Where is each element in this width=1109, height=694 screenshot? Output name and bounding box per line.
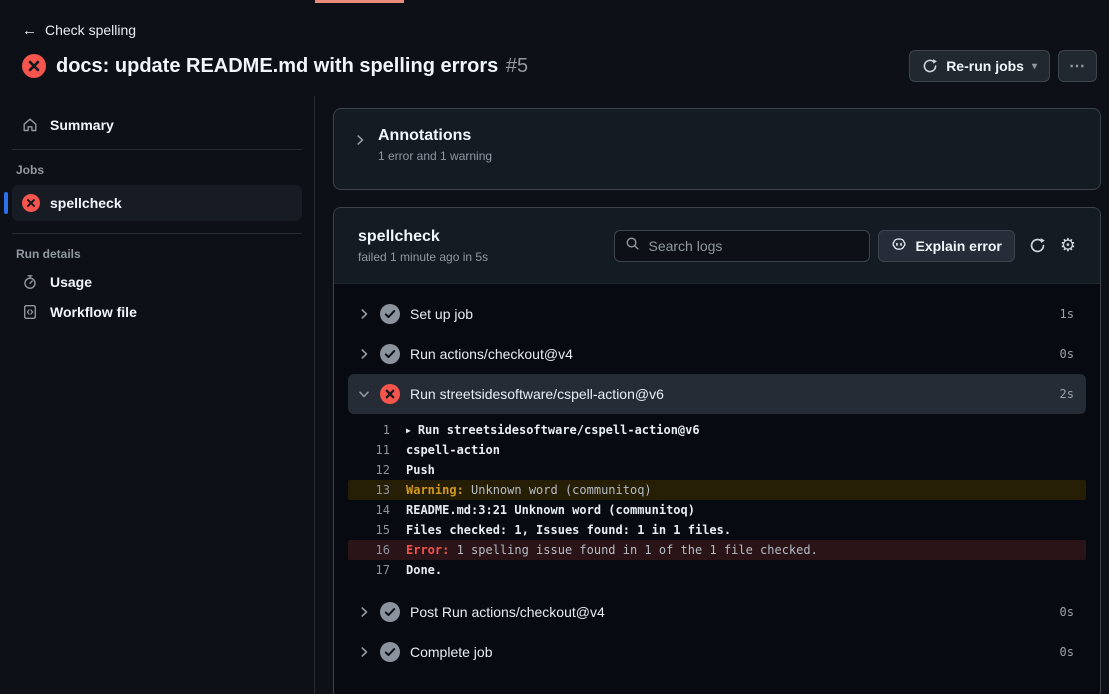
loading-progress-bar [315, 0, 404, 3]
step-label: Set up job [410, 306, 473, 322]
sidebar-item-usage[interactable]: Usage [12, 267, 302, 297]
step-row-checkout[interactable]: Run actions/checkout@v4 0s [348, 334, 1086, 374]
step-label: Complete job [410, 644, 493, 660]
sidebar-item-label: Usage [50, 274, 92, 290]
log-line-number: 15 [354, 523, 390, 537]
refresh-logs-button[interactable] [1029, 237, 1046, 254]
job-failed-icon [22, 194, 40, 212]
search-logs-box[interactable] [614, 230, 870, 262]
step-row-complete-job[interactable]: Complete job 0s [348, 632, 1086, 672]
sidebar-item-job-spellcheck[interactable]: spellcheck [12, 185, 302, 221]
job-log-panel: spellcheck failed 1 minute ago in 5s Exp… [333, 207, 1101, 694]
error-prefix: Error: [406, 543, 449, 557]
workflow-name: Check spelling [45, 22, 136, 38]
chevron-right-icon [358, 646, 370, 658]
job-status-line: failed 1 minute ago in 5s [358, 250, 508, 264]
log-line-error[interactable]: 16 Error: 1 spelling issue found in 1 of… [348, 540, 1086, 560]
back-link[interactable]: ← Check spelling [22, 20, 1097, 40]
stopwatch-icon [22, 274, 38, 290]
sidebar-item-summary[interactable]: Summary [12, 110, 302, 140]
sidebar-divider [12, 233, 302, 234]
annotations-title: Annotations [378, 127, 492, 145]
log-area: Set up job 1s Run actions/checkout@v4 0s… [334, 284, 1100, 694]
run-number: #5 [506, 55, 528, 77]
copilot-icon [891, 236, 907, 255]
step-row-post-checkout[interactable]: Post Run actions/checkout@v4 0s [348, 592, 1086, 632]
step-success-icon [380, 602, 400, 622]
sidebar-item-label: Summary [50, 117, 114, 133]
code-file-icon [22, 304, 38, 320]
log-line-warning[interactable]: 13 Warning: Unknown word (communitoq) [348, 480, 1086, 500]
sidebar-item-workflow-file[interactable]: Workflow file [12, 297, 302, 327]
job-name-label: spellcheck [50, 195, 122, 211]
step-label: Run actions/checkout@v4 [410, 346, 573, 362]
log-block: 1 ▶ Run streetsidesoftware/cspell-action… [348, 420, 1086, 580]
home-icon [22, 117, 38, 133]
annotations-panel[interactable]: Annotations 1 error and 1 warning [333, 108, 1101, 190]
sidebar: Summary Jobs spellcheck Run details Usag… [0, 96, 315, 694]
step-failure-icon [380, 384, 400, 404]
back-arrow-icon: ← [22, 22, 37, 39]
kebab-icon: ⋯ [1069, 56, 1086, 76]
step-success-icon [380, 344, 400, 364]
log-line[interactable]: 15 Files checked: 1, Issues found: 1 in … [348, 520, 1086, 540]
job-panel-header: spellcheck failed 1 minute ago in 5s Exp… [334, 208, 1100, 284]
run-failed-icon [22, 54, 46, 78]
chevron-down-icon: ▾ [1032, 61, 1037, 72]
rerun-jobs-button[interactable]: Re-run jobs ▾ [909, 50, 1050, 82]
chevron-right-icon [358, 348, 370, 360]
step-duration: 0s [1060, 347, 1074, 361]
log-line-number: 17 [354, 563, 390, 577]
log-settings-button[interactable]: ⚙ [1060, 235, 1076, 256]
sync-icon [922, 58, 938, 74]
more-options-button[interactable]: ⋯ [1058, 50, 1097, 82]
run-details-section-label: Run details [12, 243, 302, 267]
chevron-right-icon [358, 606, 370, 618]
step-success-icon [380, 304, 400, 324]
page-header: ← Check spelling docs: update README.md … [0, 0, 1109, 96]
log-group-arrow-icon: ▶ [406, 426, 411, 435]
search-icon [625, 236, 640, 256]
log-line[interactable]: 11 cspell-action [348, 440, 1086, 460]
warning-prefix: Warning: [406, 483, 464, 497]
step-duration: 0s [1060, 645, 1074, 659]
step-row-setup-job[interactable]: Set up job 1s [348, 294, 1086, 334]
main-content: Annotations 1 error and 1 warning spellc… [315, 96, 1109, 694]
step-duration: 2s [1060, 387, 1074, 401]
log-line-number: 13 [354, 483, 390, 497]
job-title: spellcheck [358, 228, 508, 246]
log-line[interactable]: 17 Done. [348, 560, 1086, 580]
log-line-number: 11 [354, 443, 390, 457]
page-title: docs: update README.md with spelling err… [56, 55, 528, 78]
selected-indicator [4, 192, 8, 214]
sidebar-item-label: Workflow file [50, 304, 137, 320]
step-label: Post Run actions/checkout@v4 [410, 604, 605, 620]
step-row-cspell-action[interactable]: Run streetsidesoftware/cspell-action@v6 … [348, 374, 1086, 414]
explain-error-button[interactable]: Explain error [878, 230, 1014, 262]
log-line-number: 16 [354, 543, 390, 557]
log-line[interactable]: 12 Push [348, 460, 1086, 480]
search-logs-input[interactable] [648, 238, 859, 254]
step-duration: 1s [1060, 307, 1074, 321]
sidebar-divider [12, 149, 302, 150]
step-success-icon [380, 642, 400, 662]
log-line[interactable]: 14 README.md:3:21 Unknown word (communit… [348, 500, 1086, 520]
step-label: Run streetsidesoftware/cspell-action@v6 [410, 386, 664, 402]
annotations-summary: 1 error and 1 warning [378, 149, 492, 163]
log-line[interactable]: 1 ▶ Run streetsidesoftware/cspell-action… [348, 420, 1086, 440]
jobs-section-label: Jobs [12, 159, 302, 183]
chevron-down-icon [358, 388, 370, 400]
log-line-number: 1 [354, 423, 390, 437]
step-duration: 0s [1060, 605, 1074, 619]
chevron-right-icon [358, 308, 370, 320]
log-line-number: 14 [354, 503, 390, 517]
log-line-number: 12 [354, 463, 390, 477]
chevron-right-icon [354, 133, 366, 151]
gear-icon: ⚙ [1060, 235, 1076, 256]
